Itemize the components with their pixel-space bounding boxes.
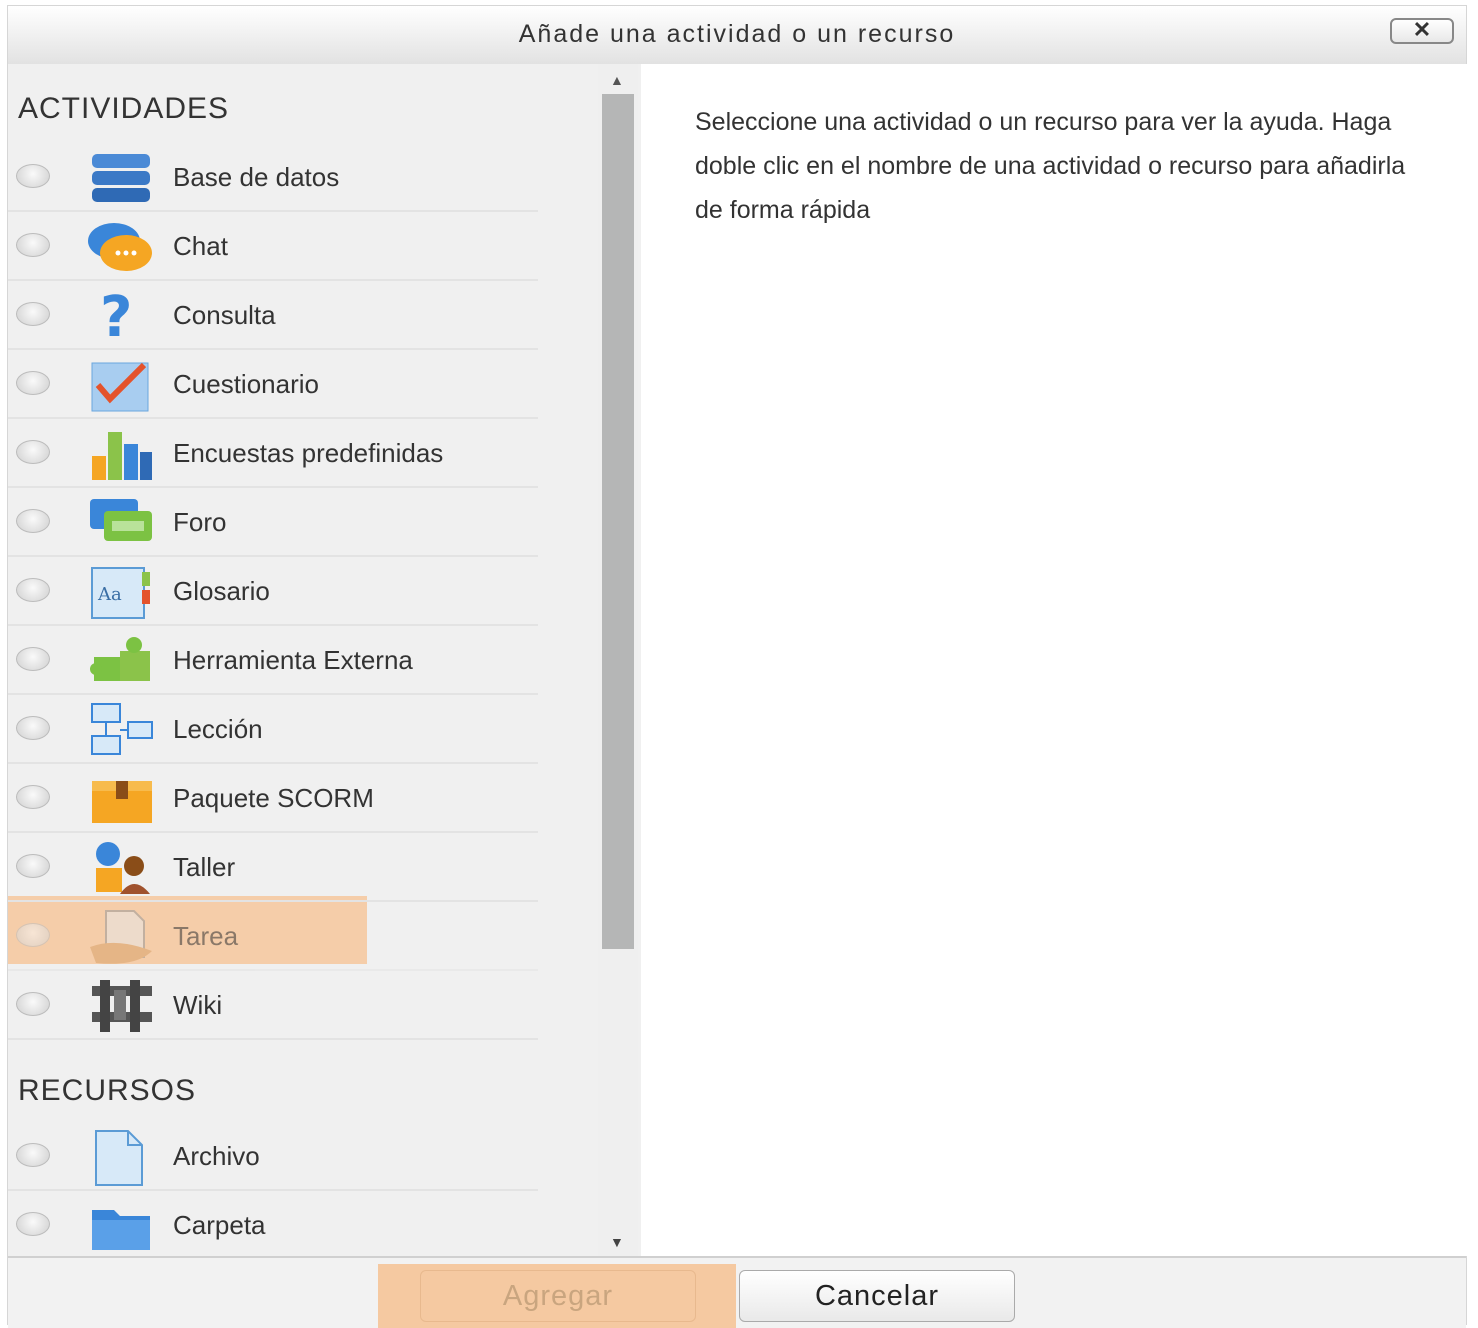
chat-icon [88,223,152,271]
workshop-icon [96,842,150,894]
option-paquete-scorm[interactable]: Paquete SCORM [8,765,538,833]
radio-button[interactable] [16,647,50,671]
cancel-button[interactable]: Cancelar [739,1270,1015,1322]
folder-icon [92,1210,150,1250]
radio-button[interactable] [16,164,50,188]
option-label: Cuestionario [173,369,319,399]
dialog-titlebar: Añade una actividad o un recurso ✕ [8,6,1466,65]
scrollbar-thumb[interactable] [602,94,634,949]
option-label: Paquete SCORM [173,783,374,813]
option-leccion[interactable]: Lección [8,696,538,764]
svg-text:Aa: Aa [97,584,122,605]
radio-button[interactable] [16,302,50,326]
option-carpeta[interactable]: Carpeta [8,1192,538,1256]
options-panel: ACTIVIDADES Base de datos Chat ? Consult… [8,64,641,1256]
activities-heading: ACTIVIDADES [18,92,230,125]
option-cuestionario[interactable]: Cuestionario [8,351,538,419]
radio-button[interactable] [16,992,50,1016]
option-label: Wiki [173,990,223,1020]
option-label: Archivo [173,1141,260,1171]
option-tarea[interactable]: Tarea [8,903,538,971]
option-encuestas-predefinidas[interactable]: Encuestas predefinidas [8,420,538,488]
radio-button[interactable] [16,233,50,257]
survey-chart-icon [92,432,152,480]
database-icon [92,154,150,202]
option-label: Glosario [173,576,270,606]
quiz-icon [91,362,149,412]
radio-button[interactable] [16,785,50,809]
option-glosario[interactable]: Aa Glosario [8,558,538,626]
option-chat[interactable]: Chat [8,213,538,281]
puzzle-icon [90,637,150,681]
option-label: Foro [173,507,227,537]
question-icon: ? [100,286,132,346]
radio-button[interactable] [16,716,50,740]
option-label: Lección [173,714,263,744]
radio-button[interactable] [16,371,50,395]
options-scrollbar[interactable]: ▲ ▼ [598,64,638,1256]
option-wiki[interactable]: Wiki [8,972,538,1040]
radio-button[interactable] [16,509,50,533]
resources-heading: RECURSOS [18,1074,197,1107]
option-taller[interactable]: Taller [8,834,538,902]
dialog-footer: Agregar Cancelar [8,1256,1466,1328]
assignment-icon [90,910,152,964]
scroll-down-arrow-icon[interactable]: ▼ [610,1234,624,1250]
radio-button[interactable] [16,1212,50,1236]
file-icon [95,1130,143,1186]
add-button[interactable]: Agregar [420,1270,696,1322]
svg-text:?: ? [100,286,132,346]
option-label: Encuestas predefinidas [173,438,444,468]
option-herramienta-externa[interactable]: Herramienta Externa [8,627,538,695]
radio-button[interactable] [16,923,50,947]
scroll-up-arrow-icon[interactable]: ▲ [610,72,624,88]
option-label: Chat [173,231,228,261]
option-consulta[interactable]: ? Consulta [8,282,538,350]
radio-button[interactable] [16,1143,50,1167]
option-label: Carpeta [173,1210,266,1240]
option-label: Tarea [173,921,239,951]
option-label: Herramienta Externa [173,645,413,675]
glossary-icon: Aa [91,567,150,619]
option-foro[interactable]: Foro [8,489,538,557]
option-label: Consulta [173,300,276,330]
help-text: Seleccione una actividad o un recurso pa… [695,108,1406,224]
forum-icon [90,499,152,541]
package-icon [92,781,152,823]
radio-button[interactable] [16,578,50,602]
radio-button[interactable] [16,440,50,464]
lesson-icon [91,703,153,755]
radio-button[interactable] [16,854,50,878]
help-panel: Seleccione una actividad o un recurso pa… [641,64,1468,1256]
dialog-title: Añade una actividad o un recurso [518,20,956,48]
option-label: Taller [173,852,236,882]
wiki-icon [92,980,152,1032]
option-archivo[interactable]: Archivo [8,1123,538,1191]
option-base-de-datos[interactable]: Base de datos [8,144,538,212]
option-label: Base de datos [173,162,340,192]
close-button[interactable]: ✕ [1390,18,1454,44]
add-activity-dialog: Añade una actividad o un recurso ✕ ACTIV… [7,5,1468,1328]
